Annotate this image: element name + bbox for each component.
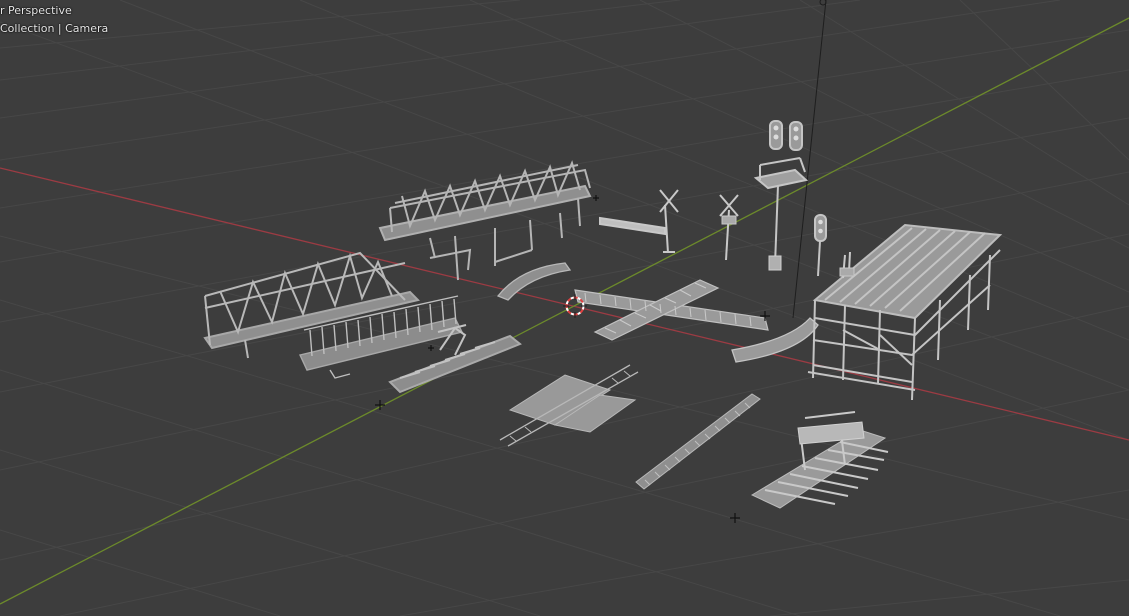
straight-rail-section[interactable]: [635, 393, 761, 490]
floor-grid: [0, 0, 1129, 616]
curved-rail-top[interactable]: [496, 262, 572, 301]
trestle-bridge-right[interactable]: [807, 223, 1003, 401]
level-crossing-pads[interactable]: [499, 364, 639, 447]
rail-crossing-x[interactable]: [574, 279, 769, 341]
signal-mast-small[interactable]: [814, 214, 827, 277]
viewport-scene[interactable]: [0, 0, 1129, 616]
viewport-collection-label: Collection | Camera: [0, 22, 109, 35]
3d-viewport[interactable]: r Perspective Collection | Camera: [0, 0, 1129, 616]
empty-markers: [375, 195, 770, 523]
camera-origin[interactable]: [819, 0, 827, 6]
buffer-stop-large[interactable]: [750, 411, 889, 509]
viewport-view-label: r Perspective: [0, 4, 72, 17]
crossing-sign-left[interactable]: [839, 251, 855, 279]
crossing-gate-arm[interactable]: [599, 189, 679, 254]
signal-mast-tall[interactable]: [753, 120, 809, 271]
